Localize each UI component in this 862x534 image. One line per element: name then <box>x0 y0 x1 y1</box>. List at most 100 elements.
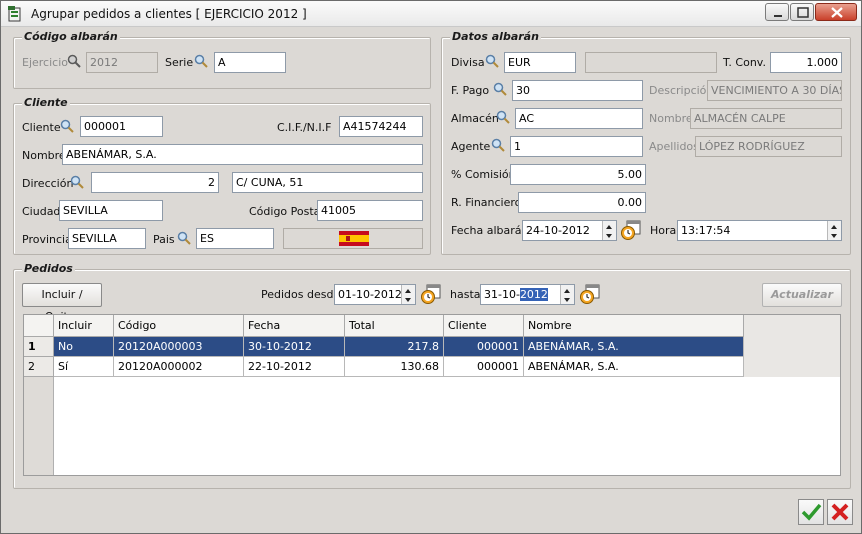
divisa-search-icon[interactable] <box>485 54 499 68</box>
serie-input[interactable]: A <box>214 52 286 73</box>
cif-input[interactable]: A41574244 <box>339 116 423 137</box>
cp-label: Código Postal <box>249 205 324 218</box>
cell-cliente[interactable]: 000001 <box>444 337 524 357</box>
almacen-nombre-label: Nombre <box>649 112 693 125</box>
ciudad-input[interactable]: SEVILLA <box>59 200 163 221</box>
hora-label: Hora <box>650 224 677 237</box>
cliente-legend: Cliente <box>22 96 70 109</box>
pais-flag-field <box>283 228 423 249</box>
cell-incluir[interactable]: Sí <box>54 357 114 377</box>
calendar-clock-icon[interactable] <box>620 219 642 241</box>
cell-codigo[interactable]: 20120A000003 <box>114 337 244 357</box>
actualizar-button[interactable]: Actualizar <box>762 283 842 307</box>
pedidos-desde-label: Pedidos desde <box>261 288 341 301</box>
window-title: Agrupar pedidos a clientes [ EJERCICIO 2… <box>31 7 307 21</box>
ciudad-label: Ciudad <box>22 205 61 218</box>
minimize-button[interactable] <box>765 3 789 21</box>
comision-input[interactable]: 5.00 <box>510 164 646 185</box>
direccion-search-icon[interactable] <box>70 175 84 189</box>
cell-nombre[interactable]: ABENÁMAR, S.A. <box>524 357 744 377</box>
agente-label: Agente <box>451 140 491 153</box>
hora-spinner[interactable] <box>827 221 841 240</box>
datos-albaran-legend: Datos albarán <box>450 30 541 43</box>
pais-search-icon[interactable] <box>177 231 191 245</box>
agente-input[interactable]: 1 <box>510 136 643 157</box>
hasta-value-pre: 31-10- <box>484 288 520 301</box>
pedidos-desde-spinner[interactable] <box>401 285 415 304</box>
ejercicio-label: Ejercicio <box>22 56 68 69</box>
pedidos-grid[interactable]: Incluir Código Fecha Total Cliente Nombr… <box>23 314 841 476</box>
column-header-cliente[interactable]: Cliente <box>444 315 524 337</box>
app-icon <box>8 6 21 22</box>
ok-button[interactable] <box>798 499 824 525</box>
almacen-input[interactable]: AC <box>515 108 643 129</box>
close-icon <box>831 7 843 18</box>
fpago-input[interactable]: 30 <box>512 80 643 101</box>
column-header-total[interactable]: Total <box>345 315 444 337</box>
nombre-label: Nombre <box>22 149 66 162</box>
cancel-button[interactable] <box>827 499 853 525</box>
hora-value: 13:17:54 <box>681 224 731 237</box>
rfin-input[interactable]: 0.00 <box>518 192 646 213</box>
agente-search-icon[interactable] <box>491 138 505 152</box>
ejercicio-field: 2012 <box>86 52 158 73</box>
column-header-nombre[interactable]: Nombre <box>524 315 744 337</box>
fpago-label: F. Pago <box>451 84 490 97</box>
fecha-albaran-spinner[interactable] <box>602 221 616 240</box>
codigo-albaran-legend: Código albarán <box>22 30 120 43</box>
cell-nombre[interactable]: ABENÁMAR, S.A. <box>524 337 744 357</box>
maximize-icon <box>797 7 809 18</box>
table-row[interactable]: 1 No 20120A000003 30-10-2012 217.8 00000… <box>24 337 744 357</box>
fecha-albaran-input[interactable]: 24-10-2012 <box>522 220 617 241</box>
tconv-input[interactable]: 1.000 <box>770 52 842 73</box>
nombre-input[interactable]: ABENÁMAR, S.A. <box>62 144 423 165</box>
serie-label: Serie <box>165 56 194 69</box>
column-header-incluir[interactable]: Incluir <box>54 315 114 337</box>
cell-total[interactable]: 130.68 <box>345 357 444 377</box>
cp-input[interactable]: 41005 <box>317 200 423 221</box>
serie-search-icon[interactable] <box>194 54 208 68</box>
direccion-num-input[interactable]: 2 <box>91 172 219 193</box>
cell-cliente[interactable]: 000001 <box>444 357 524 377</box>
cliente-search-icon[interactable] <box>60 119 74 133</box>
pedidos-hasta-input[interactable]: 31-10-2012 <box>480 284 575 305</box>
desde-calendar-clock-icon[interactable] <box>420 283 442 305</box>
cell-fecha[interactable]: 30-10-2012 <box>244 337 345 357</box>
row-number: 2 <box>24 357 54 377</box>
column-header-codigo[interactable]: Código <box>114 315 244 337</box>
column-header-fecha[interactable]: Fecha <box>244 315 345 337</box>
x-icon <box>831 503 849 521</box>
pedidos-desde-value: 01-10-2012 <box>338 288 402 301</box>
divisa-input[interactable]: EUR <box>504 52 576 73</box>
fpago-search-icon[interactable] <box>493 82 507 96</box>
check-icon <box>801 503 822 521</box>
cell-codigo[interactable]: 20120A000002 <box>114 357 244 377</box>
pedidos-desde-input[interactable]: 01-10-2012 <box>334 284 416 305</box>
provincia-label: Provincia <box>22 233 72 246</box>
comision-label: % Comisión <box>451 168 516 181</box>
minimize-icon <box>774 15 782 17</box>
pedidos-hasta-spinner[interactable] <box>560 285 574 304</box>
row-number: 1 <box>24 337 54 357</box>
pais-input[interactable]: ES <box>196 228 274 249</box>
almacen-search-icon[interactable] <box>496 110 510 124</box>
cliente-input[interactable]: 000001 <box>80 116 163 137</box>
table-row[interactable]: 2 Sí 20120A000002 22-10-2012 130.68 0000… <box>24 357 744 377</box>
divisa-label: Divisa <box>451 56 485 69</box>
cell-total[interactable]: 217.8 <box>345 337 444 357</box>
hasta-calendar-clock-icon[interactable] <box>579 283 601 305</box>
provincia-input[interactable]: SEVILLA <box>68 228 146 249</box>
incluir-quitar-button[interactable]: Incluir / Quitar <box>22 283 102 323</box>
grid-corner <box>24 315 54 337</box>
hasta-label: hasta <box>450 288 481 301</box>
cell-fecha[interactable]: 22-10-2012 <box>244 357 345 377</box>
rfin-label: R. Financiero <box>451 196 522 209</box>
title-bar: Agrupar pedidos a clientes [ EJERCICIO 2… <box>1 1 861 27</box>
hasta-value-selected: 2012 <box>519 288 548 301</box>
direccion-input[interactable]: C/ CUNA, 51 <box>232 172 423 193</box>
hora-input[interactable]: 13:17:54 <box>677 220 842 241</box>
maximize-button[interactable] <box>790 3 814 21</box>
close-button[interactable] <box>815 3 857 21</box>
cell-incluir[interactable]: No <box>54 337 114 357</box>
window: Agrupar pedidos a clientes [ EJERCICIO 2… <box>0 0 862 534</box>
